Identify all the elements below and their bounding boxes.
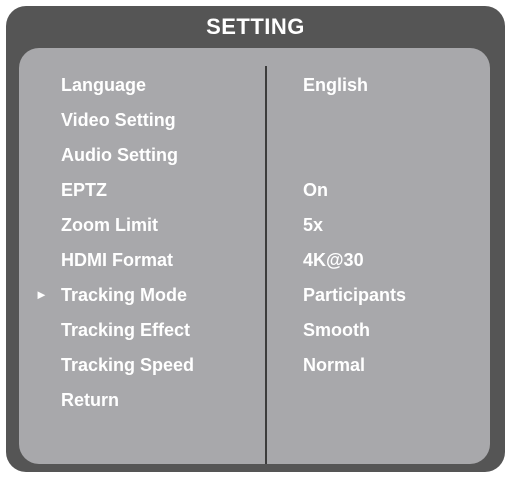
menu-item-label: Zoom Limit <box>61 215 158 235</box>
menu-item-label: Language <box>61 75 147 95</box>
menu-item-label: Tracking Speed <box>61 355 195 375</box>
osd-title: SETTING <box>206 14 305 39</box>
menu-item-label: HDMI Format <box>61 250 173 270</box>
settings-osd-window: SETTING ► Language English ► Video Setti… <box>6 6 505 472</box>
menu-item-value: English <box>303 75 369 95</box>
menu-item-zoom-limit[interactable]: ► Zoom Limit 5x <box>19 210 490 240</box>
menu-item-value: Participants <box>303 285 407 305</box>
menu-item-value: 4K@30 <box>303 250 364 270</box>
menu-item-label: Tracking Mode <box>61 285 188 305</box>
menu-item-value: Normal <box>303 355 366 375</box>
menu-item-label: Audio Setting <box>61 145 178 165</box>
menu-item-tracking-effect[interactable]: ► Tracking Effect Smooth <box>19 315 490 345</box>
menu-item-language[interactable]: ► Language English <box>19 70 490 100</box>
menu-item-eptz[interactable]: ► EPTZ On <box>19 175 490 205</box>
menu-item-return[interactable]: ► Return <box>19 385 490 415</box>
menu-item-audio-setting[interactable]: ► Audio Setting <box>19 140 490 170</box>
menu-item-tracking-mode[interactable]: ► Tracking Mode Participants <box>19 280 490 310</box>
menu-item-tracking-speed[interactable]: ► Tracking Speed Normal <box>19 350 490 380</box>
menu-item-label: Tracking Effect <box>61 320 191 340</box>
menu-item-value: On <box>303 180 328 200</box>
selection-arrow-icon: ► <box>35 287 48 302</box>
menu-item-value: Smooth <box>303 320 370 340</box>
menu-item-label: Return <box>61 390 119 410</box>
menu-item-value: 5x <box>303 215 324 235</box>
menu-item-hdmi-format[interactable]: ► HDMI Format 4K@30 <box>19 245 490 275</box>
menu-item-label: EPTZ <box>61 180 108 200</box>
settings-panel: ► Language English ► Video Setting ► Aud… <box>19 48 490 464</box>
menu-item-video-setting[interactable]: ► Video Setting <box>19 105 490 135</box>
menu-item-label: Video Setting <box>61 110 176 130</box>
